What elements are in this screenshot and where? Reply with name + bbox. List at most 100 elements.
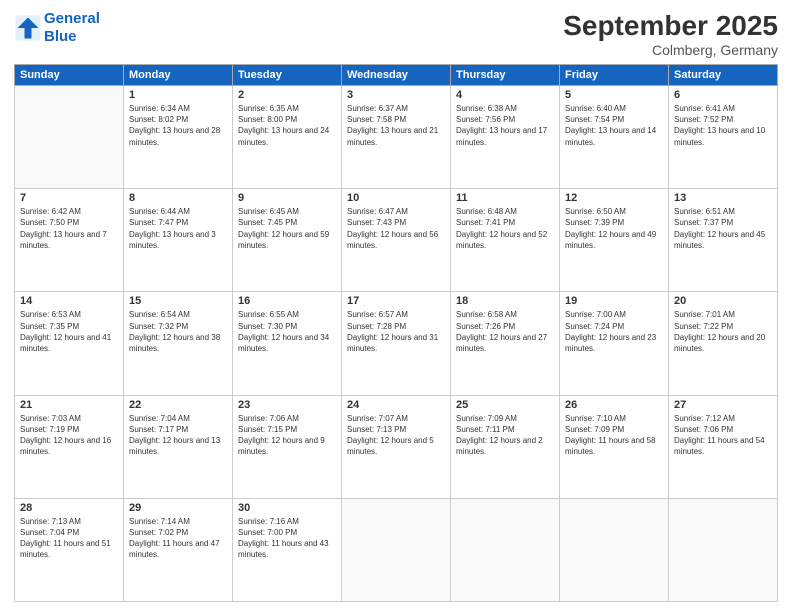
day-number: 14 [20,295,118,307]
table-row [560,498,669,601]
day-info: Sunrise: 7:00 AMSunset: 7:24 PMDaylight:… [565,309,663,354]
calendar-header-row: Sunday Monday Tuesday Wednesday Thursday… [15,65,778,86]
table-row [15,86,124,189]
header-friday: Friday [560,65,669,86]
header-saturday: Saturday [669,65,778,86]
day-info: Sunrise: 7:07 AMSunset: 7:13 PMDaylight:… [347,413,445,458]
table-row: 14 Sunrise: 6:53 AMSunset: 7:35 PMDaylig… [15,292,124,395]
table-row: 13 Sunrise: 6:51 AMSunset: 7:37 PMDaylig… [669,189,778,292]
day-info: Sunrise: 7:10 AMSunset: 7:09 PMDaylight:… [565,413,663,458]
day-number: 8 [129,192,227,204]
table-row: 23 Sunrise: 7:06 AMSunset: 7:15 PMDaylig… [233,395,342,498]
table-row: 9 Sunrise: 6:45 AMSunset: 7:45 PMDayligh… [233,189,342,292]
logo-line2: Blue [44,28,77,45]
day-number: 12 [565,192,663,204]
day-info: Sunrise: 6:54 AMSunset: 7:32 PMDaylight:… [129,309,227,354]
logo-line1: General [44,10,100,27]
table-row: 26 Sunrise: 7:10 AMSunset: 7:09 PMDaylig… [560,395,669,498]
table-row: 15 Sunrise: 6:54 AMSunset: 7:32 PMDaylig… [124,292,233,395]
table-row: 5 Sunrise: 6:40 AMSunset: 7:54 PMDayligh… [560,86,669,189]
day-number: 10 [347,192,445,204]
header-wednesday: Wednesday [342,65,451,86]
table-row: 22 Sunrise: 7:04 AMSunset: 7:17 PMDaylig… [124,395,233,498]
table-row [451,498,560,601]
day-number: 11 [456,192,554,204]
day-number: 16 [238,295,336,307]
day-info: Sunrise: 6:41 AMSunset: 7:52 PMDaylight:… [674,103,772,148]
day-number: 18 [456,295,554,307]
day-info: Sunrise: 7:12 AMSunset: 7:06 PMDaylight:… [674,413,772,458]
day-info: Sunrise: 7:16 AMSunset: 7:00 PMDaylight:… [238,516,336,561]
day-number: 25 [456,399,554,411]
table-row: 20 Sunrise: 7:01 AMSunset: 7:22 PMDaylig… [669,292,778,395]
day-number: 9 [238,192,336,204]
calendar-week-row: 14 Sunrise: 6:53 AMSunset: 7:35 PMDaylig… [15,292,778,395]
day-info: Sunrise: 6:45 AMSunset: 7:45 PMDaylight:… [238,206,336,251]
table-row: 10 Sunrise: 6:47 AMSunset: 7:43 PMDaylig… [342,189,451,292]
day-number: 30 [238,502,336,514]
day-info: Sunrise: 6:47 AMSunset: 7:43 PMDaylight:… [347,206,445,251]
table-row: 18 Sunrise: 6:58 AMSunset: 7:26 PMDaylig… [451,292,560,395]
calendar-week-row: 28 Sunrise: 7:13 AMSunset: 7:04 PMDaylig… [15,498,778,601]
calendar-week-row: 1 Sunrise: 6:34 AMSunset: 8:02 PMDayligh… [15,86,778,189]
day-number: 13 [674,192,772,204]
day-number: 15 [129,295,227,307]
day-number: 27 [674,399,772,411]
day-number: 22 [129,399,227,411]
day-number: 28 [20,502,118,514]
header-monday: Monday [124,65,233,86]
day-info: Sunrise: 7:14 AMSunset: 7:02 PMDaylight:… [129,516,227,561]
day-number: 1 [129,89,227,101]
day-number: 5 [565,89,663,101]
header-thursday: Thursday [451,65,560,86]
header-tuesday: Tuesday [233,65,342,86]
day-number: 23 [238,399,336,411]
table-row: 16 Sunrise: 6:55 AMSunset: 7:30 PMDaylig… [233,292,342,395]
day-number: 29 [129,502,227,514]
table-row [669,498,778,601]
table-row: 27 Sunrise: 7:12 AMSunset: 7:06 PMDaylig… [669,395,778,498]
calendar-week-row: 7 Sunrise: 6:42 AMSunset: 7:50 PMDayligh… [15,189,778,292]
day-number: 4 [456,89,554,101]
day-info: Sunrise: 7:03 AMSunset: 7:19 PMDaylight:… [20,413,118,458]
day-info: Sunrise: 6:38 AMSunset: 7:56 PMDaylight:… [456,103,554,148]
table-row: 29 Sunrise: 7:14 AMSunset: 7:02 PMDaylig… [124,498,233,601]
day-info: Sunrise: 7:04 AMSunset: 7:17 PMDaylight:… [129,413,227,458]
day-number: 21 [20,399,118,411]
day-number: 20 [674,295,772,307]
day-number: 26 [565,399,663,411]
title-block: September 2025 Colmberg, Germany [563,10,778,58]
location: Colmberg, Germany [563,42,778,58]
table-row [342,498,451,601]
page: General Blue September 2025 Colmberg, Ge… [0,0,792,612]
day-info: Sunrise: 6:48 AMSunset: 7:41 PMDaylight:… [456,206,554,251]
day-info: Sunrise: 7:09 AMSunset: 7:11 PMDaylight:… [456,413,554,458]
day-info: Sunrise: 6:40 AMSunset: 7:54 PMDaylight:… [565,103,663,148]
table-row: 11 Sunrise: 6:48 AMSunset: 7:41 PMDaylig… [451,189,560,292]
day-info: Sunrise: 6:44 AMSunset: 7:47 PMDaylight:… [129,206,227,251]
table-row: 4 Sunrise: 6:38 AMSunset: 7:56 PMDayligh… [451,86,560,189]
table-row: 21 Sunrise: 7:03 AMSunset: 7:19 PMDaylig… [15,395,124,498]
day-info: Sunrise: 6:50 AMSunset: 7:39 PMDaylight:… [565,206,663,251]
day-number: 7 [20,192,118,204]
day-info: Sunrise: 6:35 AMSunset: 8:00 PMDaylight:… [238,103,336,148]
table-row: 28 Sunrise: 7:13 AMSunset: 7:04 PMDaylig… [15,498,124,601]
day-number: 19 [565,295,663,307]
table-row: 2 Sunrise: 6:35 AMSunset: 8:00 PMDayligh… [233,86,342,189]
day-number: 2 [238,89,336,101]
table-row: 6 Sunrise: 6:41 AMSunset: 7:52 PMDayligh… [669,86,778,189]
day-info: Sunrise: 7:13 AMSunset: 7:04 PMDaylight:… [20,516,118,561]
logo-text: General Blue [44,10,100,46]
day-info: Sunrise: 6:53 AMSunset: 7:35 PMDaylight:… [20,309,118,354]
table-row: 12 Sunrise: 6:50 AMSunset: 7:39 PMDaylig… [560,189,669,292]
day-info: Sunrise: 7:06 AMSunset: 7:15 PMDaylight:… [238,413,336,458]
day-info: Sunrise: 6:34 AMSunset: 8:02 PMDaylight:… [129,103,227,148]
table-row: 25 Sunrise: 7:09 AMSunset: 7:11 PMDaylig… [451,395,560,498]
day-number: 24 [347,399,445,411]
day-number: 17 [347,295,445,307]
day-info: Sunrise: 6:37 AMSunset: 7:58 PMDaylight:… [347,103,445,148]
month-title: September 2025 [563,10,778,42]
header-sunday: Sunday [15,65,124,86]
table-row: 30 Sunrise: 7:16 AMSunset: 7:00 PMDaylig… [233,498,342,601]
header: General Blue September 2025 Colmberg, Ge… [14,10,778,58]
